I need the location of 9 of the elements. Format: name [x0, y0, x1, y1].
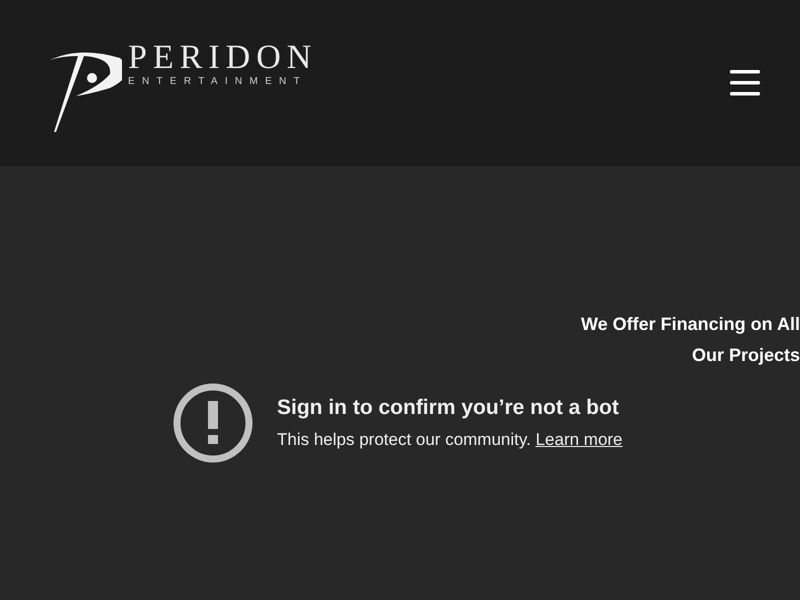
banner-text: We Offer Financing on All — [580, 313, 800, 336]
banner-text: Our Projects — [692, 344, 800, 367]
notice-title: Sign in to confirm you’re not a bot — [277, 396, 620, 420]
logo-tagline: ENTERTAINMENT — [128, 76, 308, 88]
menu-icon[interactable] — [730, 69, 760, 97]
logo-name: PERIDON — [128, 40, 318, 76]
notice-message: This helps protect our community. Learn more — [277, 430, 623, 450]
learn-more-link[interactable]: Learn more — [536, 430, 623, 449]
alert-icon — [173, 383, 253, 463]
